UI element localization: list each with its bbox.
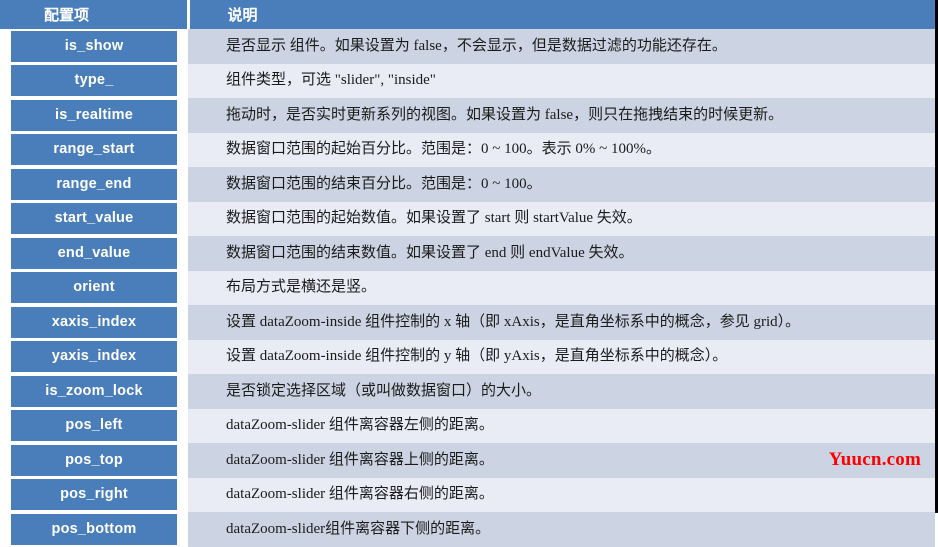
description-cell: dataZoom-slider 组件离容器上侧的距离。 <box>188 443 935 478</box>
config-item-label: pos_bottom <box>11 513 177 545</box>
description-cell: 数据窗口范围的结束数值。如果设置了 end 则 endValue 失效。 <box>188 236 935 271</box>
config-item-label: is_show <box>11 30 177 62</box>
table-row: start_value 数据窗口范围的起始数值。如果设置了 start 则 sta… <box>0 201 935 236</box>
description-cell: 是否锁定选择区域（或叫做数据窗口）的大小。 <box>188 374 935 409</box>
config-item-cell: is_realtime <box>0 98 188 133</box>
column-header-description: 说明 <box>188 0 935 29</box>
config-item-cell: pos_right <box>0 477 188 512</box>
config-item-cell: pos_bottom <box>0 512 188 547</box>
config-item-cell: start_value <box>0 201 188 236</box>
table-row: is_zoom_lock 是否锁定选择区域（或叫做数据窗口）的大小。 <box>0 374 935 409</box>
table-header-row: 配置项 说明 <box>0 0 935 29</box>
table-row: end_value 数据窗口范围的结束数值。如果设置了 end 则 endValu… <box>0 236 935 271</box>
config-item-cell: xaxis_index <box>0 305 188 340</box>
config-item-cell: range_end <box>0 167 188 202</box>
config-item-label: xaxis_index <box>11 306 177 338</box>
config-item-cell: is_show <box>0 29 188 64</box>
table-row: pos_left dataZoom-slider 组件离容器左侧的距离。 <box>0 408 935 443</box>
table-row: range_start 数据窗口范围的起始百分比。范围是：0 ~ 100。表示 0… <box>0 132 935 167</box>
config-item-label: start_value <box>11 203 177 235</box>
config-options-table: 配置项 说明 is_show 是否显示 组件。如果设置为 false，不会显示，但… <box>0 0 935 547</box>
description-cell: dataZoom-slider 组件离容器左侧的距离。 <box>188 408 935 443</box>
table-row: is_realtime 拖动时，是否实时更新系列的视图。如果设置为 false，则… <box>0 98 935 133</box>
table-row: orient 布局方式是横还是竖。 <box>0 270 935 305</box>
table-body: is_show 是否显示 组件。如果设置为 false，不会显示，但是数据过滤的功… <box>0 29 935 547</box>
table-row: pos_top dataZoom-slider 组件离容器上侧的距离。 <box>0 443 935 478</box>
table-row: pos_bottom dataZoom-slider组件离容器下侧的距离。 <box>0 512 935 547</box>
table-row: range_end 数据窗口范围的结束百分比。范围是：0 ~ 100。 <box>0 167 935 202</box>
config-item-cell: pos_top <box>0 443 188 478</box>
config-item-label: pos_top <box>11 444 177 476</box>
description-cell: 设置 dataZoom-inside 组件控制的 x 轴（即 xAxis，是直角… <box>188 305 935 340</box>
watermark-yuucn: Yuucn.com <box>828 449 921 470</box>
config-item-label: is_zoom_lock <box>11 375 177 407</box>
description-cell: 是否显示 组件。如果设置为 false，不会显示，但是数据过滤的功能还存在。 <box>188 29 935 64</box>
config-item-label: end_value <box>11 237 177 269</box>
config-item-label: yaxis_index <box>11 341 177 373</box>
table-row: yaxis_index 设置 dataZoom-inside 组件控制的 y 轴（… <box>0 339 935 374</box>
config-item-cell: pos_left <box>0 408 188 443</box>
description-cell: dataZoom-slider 组件离容器右侧的距离。 <box>188 477 935 512</box>
config-item-label: is_realtime <box>11 99 177 131</box>
table-header: 配置项 说明 <box>0 0 935 29</box>
config-item-label: orient <box>11 272 177 304</box>
description-cell: 数据窗口范围的结束百分比。范围是：0 ~ 100。 <box>188 167 935 202</box>
description-cell: 数据窗口范围的起始百分比。范围是：0 ~ 100。表示 0% ~ 100%。 <box>188 132 935 167</box>
description-cell: 设置 dataZoom-inside 组件控制的 y 轴（即 yAxis，是直角… <box>188 339 935 374</box>
config-item-cell: end_value <box>0 236 188 271</box>
config-item-label: type_ <box>11 65 177 97</box>
config-item-cell: orient <box>0 270 188 305</box>
description-cell: 组件类型，可选 "slider", "inside" <box>188 63 935 98</box>
column-header-config-item: 配置项 <box>0 0 190 29</box>
config-item-label: pos_left <box>11 410 177 442</box>
config-table-document: 配置项 说明 is_show 是否显示 组件。如果设置为 false，不会显示，但… <box>0 0 938 547</box>
table-row: type_ 组件类型，可选 "slider", "inside" <box>0 63 935 98</box>
description-cell: dataZoom-slider组件离容器下侧的距离。 <box>188 512 935 547</box>
table-row: xaxis_index 设置 dataZoom-inside 组件控制的 x 轴（… <box>0 305 935 340</box>
config-item-label: pos_right <box>11 479 177 511</box>
description-cell: 数据窗口范围的起始数值。如果设置了 start 则 startValue 失效。 <box>188 201 935 236</box>
description-cell: 布局方式是横还是竖。 <box>188 270 935 305</box>
description-cell: 拖动时，是否实时更新系列的视图。如果设置为 false，则只在拖拽结束的时候更新… <box>188 98 935 133</box>
config-item-cell: yaxis_index <box>0 339 188 374</box>
table-row: is_show 是否显示 组件。如果设置为 false，不会显示，但是数据过滤的功… <box>0 29 935 64</box>
config-item-label: range_start <box>11 134 177 166</box>
config-item-label: range_end <box>11 168 177 200</box>
table-row: pos_right dataZoom-slider 组件离容器右侧的距离。 <box>0 477 935 512</box>
config-item-cell: is_zoom_lock <box>0 374 188 409</box>
config-item-cell: range_start <box>0 132 188 167</box>
config-item-cell: type_ <box>0 63 188 98</box>
